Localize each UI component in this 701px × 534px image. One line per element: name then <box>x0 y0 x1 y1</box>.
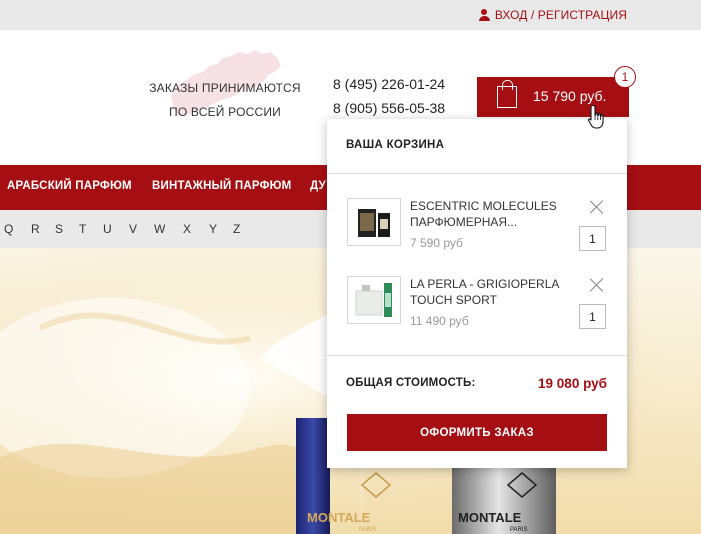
hand-cursor-icon <box>587 104 604 129</box>
cart-item-price: 11 490 руб <box>410 314 469 328</box>
cart-item-price: 7 590 руб <box>410 236 463 250</box>
remove-item-icon[interactable] <box>590 278 604 292</box>
phone-1[interactable]: 8 (495) 226-01-24 <box>333 72 445 96</box>
cart-item-name[interactable]: ESCENTRIC MOLECULES ПАРФЮМЕРНАЯ... <box>410 198 570 230</box>
letter-link[interactable]: R <box>31 222 40 236</box>
total-label: ОБЩАЯ СТОИМОСТЬ: <box>346 377 476 389</box>
user-icon <box>478 9 490 21</box>
cart-dropdown: ВАША КОРЗИНА ESCENTRIC MOLECULES ПАРФЮМЕ… <box>327 119 627 468</box>
total-value: 19 080 руб <box>538 376 607 391</box>
letter-link[interactable]: W <box>154 222 165 236</box>
letter-link[interactable]: Z <box>233 222 240 236</box>
letter-link[interactable]: S <box>55 222 63 236</box>
nav-item-truncated[interactable]: ДУ <box>310 180 326 192</box>
product-thumbnail[interactable] <box>347 198 401 246</box>
quantity-input[interactable] <box>579 304 606 329</box>
letter-link[interactable]: Q <box>4 222 13 236</box>
cart-count-badge: 1 <box>614 66 636 88</box>
phone-2[interactable]: 8 (905) 556-05-38 <box>333 96 445 120</box>
orders-line-1: ЗАКАЗЫ ПРИНИМАЮТСЯ <box>149 81 301 95</box>
nav-item-arabic[interactable]: АРАБСКИЙ ПАРФЮМ <box>7 180 132 192</box>
brand-text-1: MONTALE <box>307 510 371 525</box>
letter-link[interactable]: U <box>103 222 112 236</box>
svg-text:PARIS: PARIS <box>510 527 528 533</box>
cart-item: ESCENTRIC MOLECULES ПАРФЮМЕРНАЯ... 7 590… <box>327 198 627 258</box>
brand-text-2: MONTALE <box>458 510 522 525</box>
remove-item-icon[interactable] <box>590 200 604 214</box>
product-thumbnail[interactable] <box>347 276 401 324</box>
letter-link[interactable]: Y <box>209 222 217 236</box>
cart-item-name[interactable]: LA PERLA - GRIGIOPERLA TOUCH SPORT <box>410 276 570 308</box>
divider <box>327 173 627 174</box>
cart-dropdown-title: ВАША КОРЗИНА <box>346 139 445 151</box>
top-bar: ВХОД / РЕГИСТРАЦИЯ <box>0 0 701 30</box>
checkout-button[interactable]: ОФОРМИТЬ ЗАКАЗ <box>347 414 607 451</box>
quantity-input[interactable] <box>579 226 606 251</box>
cart-total: 15 790 руб. <box>533 88 607 104</box>
divider <box>327 355 627 356</box>
orders-info: ЗАКАЗЫ ПРИНИМАЮТСЯ ПО ВСЕЙ РОССИИ <box>140 76 310 124</box>
svg-text:PARIS: PARIS <box>359 527 377 533</box>
letter-link[interactable]: X <box>183 222 191 236</box>
login-link[interactable]: ВХОД / РЕГИСТРАЦИЯ <box>478 8 627 22</box>
login-label: ВХОД / РЕГИСТРАЦИЯ <box>494 8 627 22</box>
shopping-bag-icon <box>497 80 517 108</box>
orders-line-2: ПО ВСЕЙ РОССИИ <box>169 105 281 119</box>
phones: 8 (495) 226-01-24 8 (905) 556-05-38 <box>333 72 445 120</box>
letter-link[interactable]: T <box>79 222 86 236</box>
letter-link[interactable]: V <box>129 222 137 236</box>
cart-item: LA PERLA - GRIGIOPERLA TOUCH SPORT 11 49… <box>327 276 627 336</box>
nav-item-vintage[interactable]: ВИНТАЖНЫЙ ПАРФЮМ <box>152 180 291 192</box>
